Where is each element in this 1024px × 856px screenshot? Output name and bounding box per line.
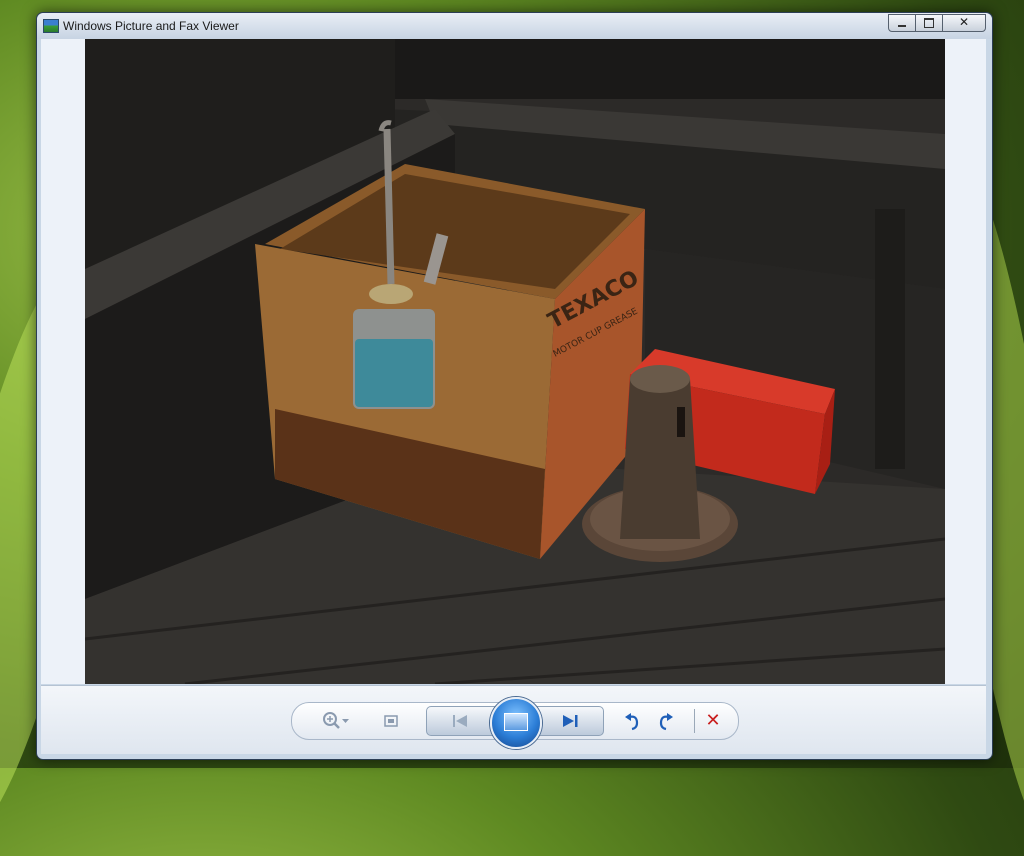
slideshow-icon xyxy=(504,713,528,731)
next-icon xyxy=(563,715,578,727)
maximize-icon xyxy=(924,18,934,28)
minimize-button[interactable] xyxy=(888,14,916,32)
photo-illustration: TEXACO MOTOR CUP GREASE xyxy=(85,39,945,684)
photo-image: TEXACO MOTOR CUP GREASE xyxy=(85,39,945,684)
picture-viewer-icon xyxy=(43,19,59,33)
rotate-clockwise-button[interactable] xyxy=(652,709,678,733)
rotate-clockwise-icon xyxy=(659,713,673,731)
slideshow-button[interactable] xyxy=(490,697,542,749)
minimize-icon xyxy=(898,25,906,27)
picture-viewer-window: Windows Picture and Fax Viewer ✕ TEXACO … xyxy=(36,12,993,760)
rotate-counterclockwise-button[interactable] xyxy=(620,709,646,733)
close-icon: ✕ xyxy=(958,15,970,29)
delete-icon: ✕ xyxy=(705,710,721,731)
viewer-toolbar: ✕ xyxy=(41,685,986,754)
previous-button[interactable] xyxy=(447,709,473,733)
previous-icon xyxy=(453,715,467,727)
next-button[interactable] xyxy=(557,709,583,733)
maximize-button[interactable] xyxy=(915,14,943,32)
title-bar[interactable]: Windows Picture and Fax Viewer ✕ xyxy=(37,13,992,39)
delete-button[interactable]: ✕ xyxy=(700,709,726,733)
toolbar-pill: ✕ xyxy=(291,697,739,749)
zoom-dropdown[interactable] xyxy=(340,709,352,733)
caption-buttons: ✕ xyxy=(888,14,986,32)
window-title: Windows Picture and Fax Viewer xyxy=(63,19,239,33)
close-button[interactable]: ✕ xyxy=(942,14,986,32)
actual-size-button[interactable] xyxy=(378,709,404,733)
image-display-area: TEXACO MOTOR CUP GREASE xyxy=(41,39,986,684)
actual-size-icon xyxy=(384,715,398,727)
toolbar-separator xyxy=(694,709,695,733)
rotate-counterclockwise-icon xyxy=(625,713,639,731)
chevron-down-icon xyxy=(342,719,349,723)
